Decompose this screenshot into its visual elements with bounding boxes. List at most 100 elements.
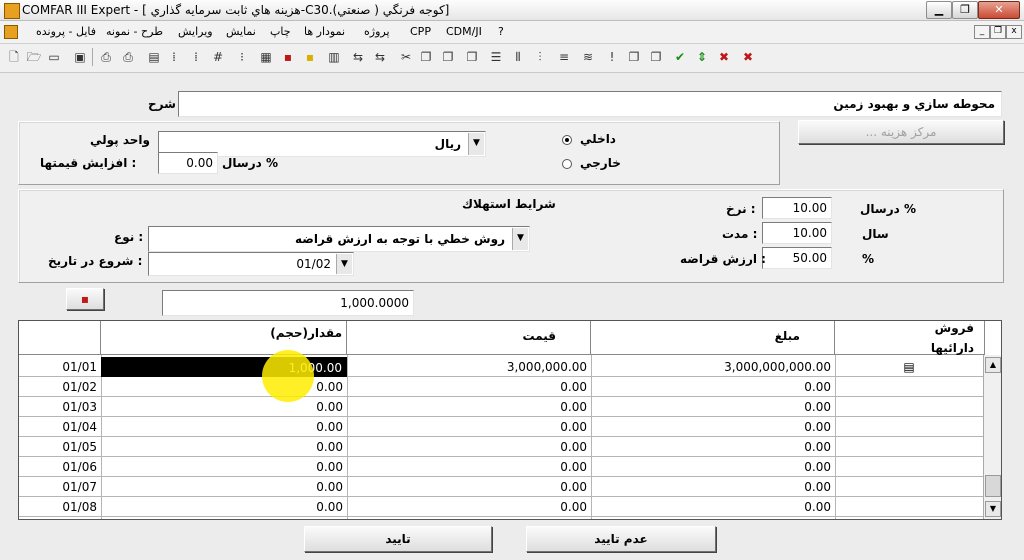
menu-print[interactable]: چاپ (270, 25, 291, 38)
ok-button[interactable]: تاييد (304, 526, 492, 552)
menu-plan[interactable]: طرح - نمونه (106, 25, 163, 38)
cell-quantity[interactable]: 0.00 (101, 417, 347, 437)
rows-icon[interactable]: ☰ (488, 49, 504, 65)
salvage-input[interactable]: 50.00 (762, 247, 832, 269)
scroll-thumb[interactable] (985, 475, 1001, 497)
cell-quantity[interactable]: 0.00 (101, 397, 347, 417)
menu-help[interactable]: ? (498, 25, 504, 38)
restore-button[interactable]: ❐ (952, 1, 978, 19)
header-quantity[interactable]: مقدار(حجم) (101, 321, 347, 355)
chevron-down-icon[interactable]: ▼ (336, 254, 352, 274)
scroll-up-icon[interactable]: ▲ (985, 357, 1001, 373)
mdi-restore-button[interactable]: ❐ (990, 25, 1006, 39)
insert-row-icon[interactable]: ❐ (464, 49, 480, 65)
cell-price[interactable]: 0.00 (347, 497, 591, 517)
open-icon[interactable]: 🗁 (26, 49, 42, 65)
wave-icon[interactable]: ≋ (580, 49, 596, 65)
cell-amount[interactable]: 0.00 (591, 437, 835, 457)
header-amount[interactable]: مبلغ (591, 321, 835, 355)
cell-period[interactable]: 01/05 (19, 437, 101, 457)
cell-price[interactable]: 3,000,000.00 (347, 357, 591, 377)
cell-amount[interactable]: 0.00 (591, 377, 835, 397)
new-icon[interactable]: 🗋 (6, 49, 22, 65)
total-input[interactable]: 1,000.0000 (162, 290, 414, 316)
menu-edit[interactable]: ويرايش (178, 25, 213, 38)
header-price[interactable]: قيمت (347, 321, 591, 355)
cell-period[interactable]: 01/07 (19, 477, 101, 497)
cell-quantity[interactable]: 0.00 (101, 477, 347, 497)
cell-price[interactable]: 0.00 (347, 417, 591, 437)
calculator-button[interactable]: ▪ (66, 288, 104, 310)
header-sale-assets[interactable]: فروش دارائيها (835, 321, 985, 355)
close-window-button[interactable]: ✕ (978, 1, 1020, 19)
window2-icon[interactable]: ❐ (648, 49, 664, 65)
save-icon[interactable]: ▣ (72, 49, 88, 65)
chevron-down-icon[interactable]: ▼ (512, 228, 528, 250)
cross-all-icon[interactable]: ✖ (740, 49, 756, 65)
cell-amount[interactable]: 0.00 (591, 497, 835, 517)
cell-period[interactable]: 01/08 (19, 497, 101, 517)
print-preview-icon[interactable]: ⎙ (120, 49, 136, 65)
cross-icon[interactable]: ✖ (716, 49, 732, 65)
copy-icon[interactable]: ❐ (418, 49, 434, 65)
mdi-close-button[interactable]: x (1006, 25, 1022, 39)
menu-view[interactable]: نمايش (226, 25, 256, 38)
insert-icon[interactable]: ⁝ (234, 49, 250, 65)
cell-amount[interactable]: 0.00 (591, 457, 835, 477)
price-increase-input[interactable]: 0.00 (158, 152, 218, 174)
cell-quantity[interactable]: 0.00 (101, 457, 347, 477)
cell-price[interactable]: 0.00 (347, 397, 591, 417)
menu-cdm[interactable]: CDM/JI (446, 25, 482, 38)
cell-amount[interactable]: 0.00 (591, 417, 835, 437)
cell-price[interactable]: 0.00 (347, 437, 591, 457)
cancel-button[interactable]: عدم تاييد (526, 526, 716, 552)
cell-price[interactable]: 0.00 (347, 377, 591, 397)
menu-project[interactable]: پروژه (364, 25, 390, 38)
cell-amount[interactable]: 0.00 (591, 477, 835, 497)
duration-input[interactable]: 10.00 (762, 222, 832, 244)
check-icon[interactable]: ✔ (672, 49, 688, 65)
cost-center-button[interactable]: ... مركز هزينه (798, 120, 1004, 144)
chart-icon[interactable]: ▥ (326, 49, 342, 65)
cell-amount[interactable]: 0.00 (591, 397, 835, 417)
cell-period[interactable]: 01/03 (19, 397, 101, 417)
asset-list-icon[interactable]: ▤ (899, 357, 919, 377)
window-icon[interactable]: ❐ (626, 49, 642, 65)
menu-charts[interactable]: نمودار ها (304, 25, 345, 38)
folder-icon[interactable]: ▭ (46, 49, 62, 65)
print-icon[interactable]: ⎙ (98, 49, 114, 65)
table-icon[interactable]: ▤ (146, 49, 162, 65)
cut-icon[interactable]: ✂ (398, 49, 414, 65)
updown-icon[interactable]: ⇕ (694, 49, 710, 65)
rate-input[interactable]: 10.00 (762, 197, 832, 219)
cell-period[interactable]: 01/02 (19, 377, 101, 397)
cell-period[interactable]: 01/04 (19, 417, 101, 437)
depreciation-type-select[interactable]: روش خطي با توجه به ارزش قراضه ▼ (148, 226, 530, 252)
mdi-minimize-button[interactable]: _ (974, 25, 990, 39)
grid-icon[interactable]: ▦ (258, 49, 274, 65)
info-icon[interactable]: ! (604, 49, 620, 65)
distribute-icon[interactable]: ≡ (556, 49, 572, 65)
move-icon[interactable]: ⇆ (372, 49, 388, 65)
cell-period[interactable]: 01/01 (19, 357, 101, 377)
cell-quantity[interactable]: 0.00 (101, 497, 347, 517)
minimize-button[interactable]: ▁ (926, 1, 952, 19)
cell-amount[interactable]: 3,000,000,000.00 (591, 357, 835, 377)
domestic-radio[interactable] (562, 135, 572, 145)
vertical-scrollbar[interactable]: ▲ ▼ (983, 355, 1001, 519)
cell-quantity[interactable]: 0.00 (101, 437, 347, 457)
hash-icon[interactable]: # (210, 49, 226, 65)
scroll-down-icon[interactable]: ▼ (985, 501, 1001, 517)
format-icon[interactable]: ⁞ (166, 49, 182, 65)
columns-icon[interactable]: ⫴ (510, 49, 526, 65)
calculator-icon[interactable]: ▪ (280, 49, 296, 65)
note-icon[interactable]: ▪ (302, 49, 318, 65)
start-date-select[interactable]: 01/02 ▼ (148, 252, 354, 276)
chevron-down-icon[interactable]: ▼ (468, 133, 484, 155)
paste-icon[interactable]: ❐ (440, 49, 456, 65)
cell-price[interactable]: 0.00 (347, 457, 591, 477)
description-input[interactable]: محوطه سازي و بهبود زمين (178, 91, 1002, 117)
menu-file[interactable]: فايل - پرونده (36, 25, 96, 38)
menu-cpp[interactable]: CPP (410, 25, 431, 38)
link-icon[interactable]: ⇆ (350, 49, 366, 65)
